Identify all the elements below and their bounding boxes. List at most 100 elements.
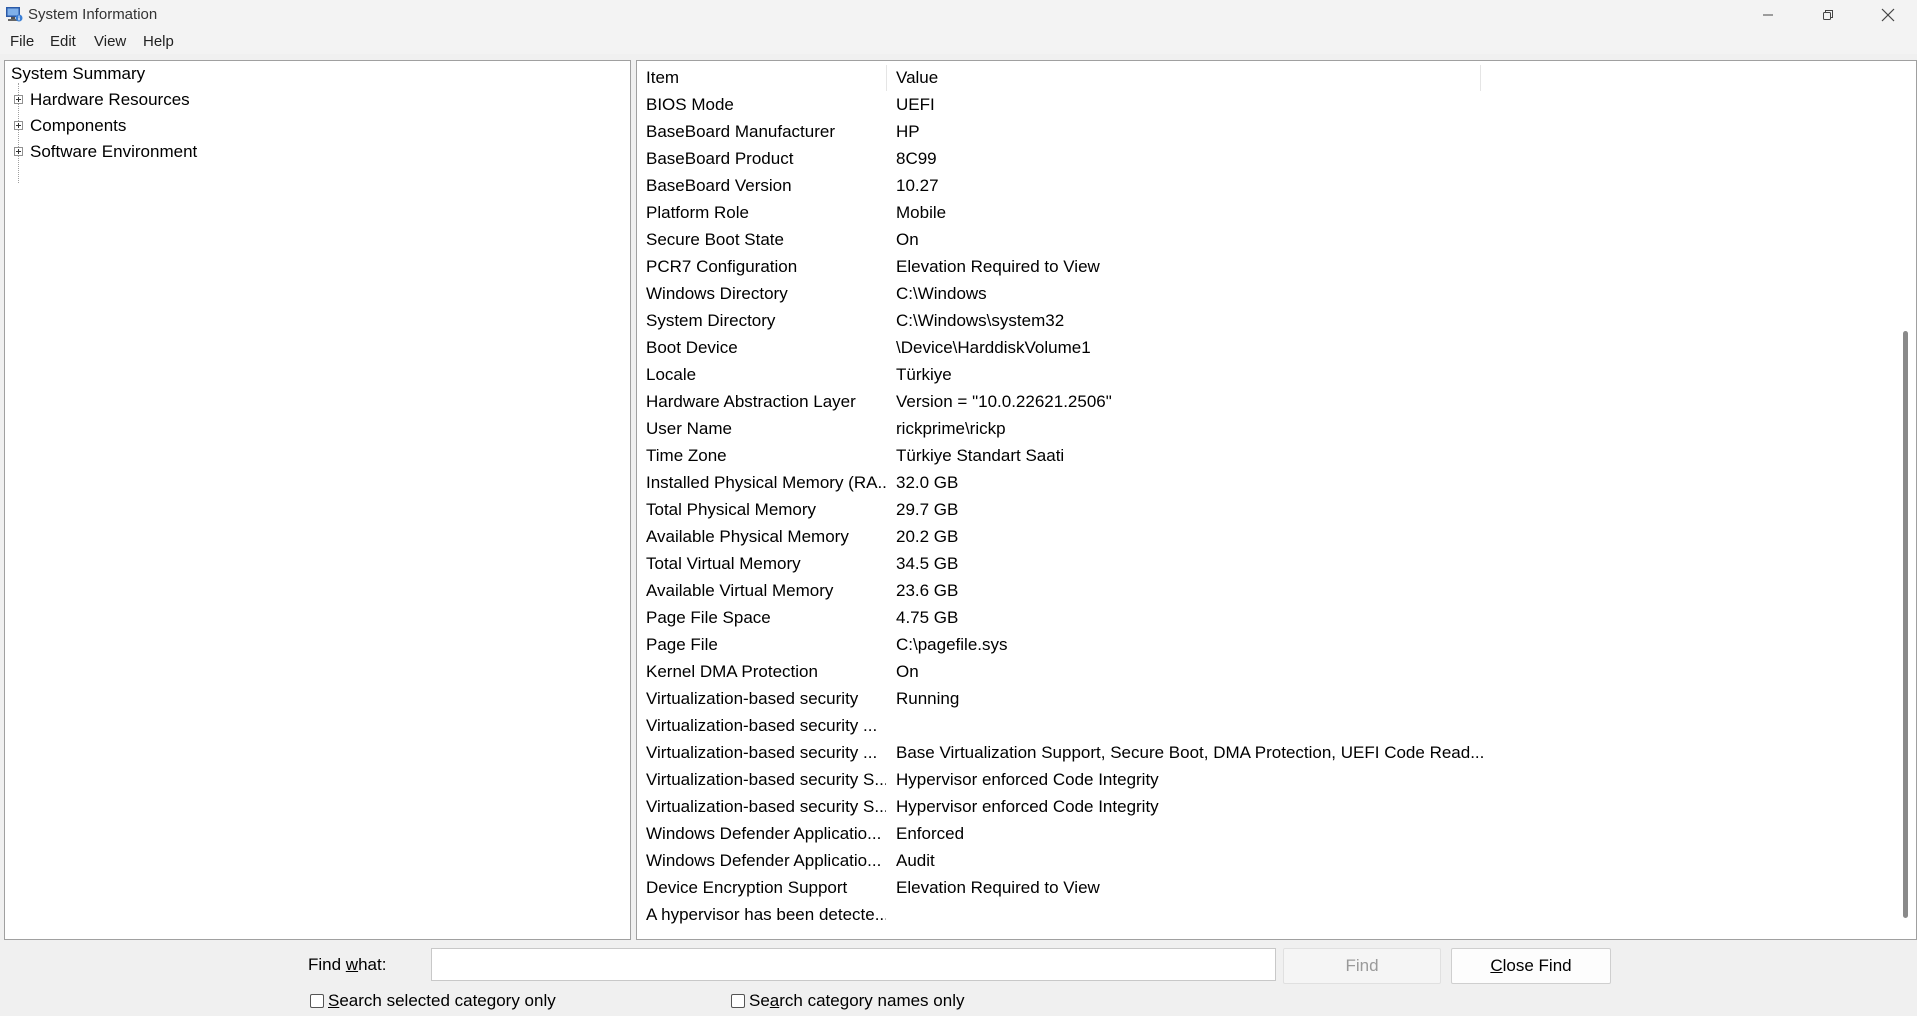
cell-item: Windows Defender Applicatio... [646, 824, 882, 843]
menu-file[interactable]: File [8, 32, 36, 51]
close-window-button[interactable] [1859, 0, 1917, 29]
tree-node-system-summary[interactable]: System Summary [11, 64, 145, 84]
cell-item: Boot Device [646, 338, 738, 357]
table-row[interactable]: Virtualization-based security Running [637, 685, 1877, 712]
table-row[interactable]: Page File C:\pagefile.sys [637, 631, 1877, 658]
column-header-item[interactable]: Item [637, 65, 887, 91]
menu-bar: File Edit View Help [0, 29, 1917, 54]
table-row[interactable]: A hypervisor has been detecte... [637, 901, 1877, 928]
close-find-button[interactable]: Close Find [1451, 948, 1611, 984]
table-row[interactable]: Secure Boot State On [637, 226, 1877, 253]
cell-value: HP [896, 122, 920, 141]
cell-value: Enforced [896, 824, 965, 843]
cell-item: Total Virtual Memory [646, 554, 801, 573]
cell-item: Platform Role [646, 203, 749, 222]
minimize-button[interactable] [1739, 0, 1797, 29]
table-row[interactable]: Virtualization-based security ... Base Vi… [637, 739, 1877, 766]
table-row[interactable]: Virtualization-based security S... Hyperv… [637, 793, 1877, 820]
table-row[interactable]: Boot Device \Device\HarddiskVolume1 [637, 334, 1877, 361]
cell-value: Elevation Required to View [896, 878, 1100, 897]
cell-item: Virtualization-based security ... [646, 716, 878, 735]
cell-value: C:\Windows [896, 284, 987, 303]
cell-item: System Directory [646, 311, 776, 330]
table-row[interactable]: BaseBoard Version 10.27 [637, 172, 1877, 199]
table-row[interactable]: Windows Defender Applicatio... Audit [637, 847, 1877, 874]
table-row[interactable]: Windows Defender Applicatio... Enforced [637, 820, 1877, 847]
cell-value: rickprime\rickp [896, 419, 1006, 438]
table-row[interactable]: Locale Türkiye [637, 361, 1877, 388]
table-row[interactable]: Virtualization-based security S... Hyperv… [637, 766, 1877, 793]
cell-item: BaseBoard Product [646, 149, 794, 168]
tree-node-components[interactable]: Components [30, 116, 126, 136]
table-row[interactable]: Page File Space 4.75 GB [637, 604, 1877, 631]
cell-value: Audit [896, 851, 935, 870]
cell-item: A hypervisor has been detecte... [646, 905, 886, 924]
cell-value: Hypervisor enforced Code Integrity [896, 797, 1159, 816]
cell-item: Page File Space [646, 608, 771, 627]
checkbox-label: Search category names only [749, 991, 965, 1010]
table-row[interactable]: Virtualization-based security ... [637, 712, 1877, 739]
find-button[interactable]: Find [1283, 948, 1441, 984]
table-row[interactable]: BaseBoard Manufacturer HP [637, 118, 1877, 145]
cell-value: Mobile [896, 203, 947, 222]
restore-button[interactable] [1799, 0, 1857, 29]
details-list[interactable]: Item Value BIOS Mode UEFI BaseBoard Manufa… [636, 60, 1917, 940]
expand-components-icon[interactable] [14, 121, 23, 130]
table-row[interactable]: Device Encryption Support Elevation Requi… [637, 874, 1877, 901]
cell-item: Virtualization-based security ... [646, 743, 878, 762]
cell-item: PCR7 Configuration [646, 257, 798, 276]
cell-item: Available Virtual Memory [646, 581, 834, 600]
menu-view[interactable]: View [92, 32, 128, 51]
table-row[interactable]: Platform Role Mobile [637, 199, 1877, 226]
cell-item: Hardware Abstraction Layer [646, 392, 856, 411]
cell-value: Running [896, 689, 960, 708]
cell-value: Türkiye [896, 365, 952, 384]
cell-value: Hypervisor enforced Code Integrity [896, 770, 1159, 789]
cell-value: 23.6 GB [896, 581, 959, 600]
column-header-value[interactable]: Value [887, 65, 1481, 91]
expand-software-environment-icon[interactable] [14, 147, 23, 156]
cell-item: Time Zone [646, 446, 727, 465]
cell-item: Installed Physical Memory (RA... [646, 473, 886, 492]
table-row[interactable]: Available Virtual Memory 23.6 GB [637, 577, 1877, 604]
table-row[interactable]: PCR7 Configuration Elevation Required to … [637, 253, 1877, 280]
cell-value: On [896, 230, 919, 249]
table-row[interactable]: Total Physical Memory 29.7 GB [637, 496, 1877, 523]
cell-item: Kernel DMA Protection [646, 662, 818, 681]
category-tree[interactable]: System Summary Hardware Resources Compon… [4, 60, 631, 940]
cell-item: User Name [646, 419, 732, 438]
cell-value: C:\pagefile.sys [896, 635, 1008, 654]
checkbox-label: Search selected category only [328, 991, 556, 1010]
cell-value: C:\Windows\system32 [896, 311, 1065, 330]
table-row[interactable]: Kernel DMA Protection On [637, 658, 1877, 685]
checkbox-box[interactable] [310, 994, 324, 1008]
window-title: System Information [28, 6, 158, 23]
close-icon [1881, 8, 1895, 21]
expand-hardware-resources-icon[interactable] [14, 95, 23, 104]
table-row[interactable]: Time Zone Türkiye Standart Saati [637, 442, 1877, 469]
search-selected-category-only-checkbox[interactable]: Search selected category only [310, 990, 556, 1012]
table-row[interactable]: BaseBoard Product 8C99 [637, 145, 1877, 172]
table-row[interactable]: System Directory C:\Windows\system32 [637, 307, 1877, 334]
table-row[interactable]: Available Physical Memory 20.2 GB [637, 523, 1877, 550]
table-row[interactable]: Hardware Abstraction Layer Version = "10.… [637, 388, 1877, 415]
cell-item: Virtualization-based security S... [646, 770, 886, 789]
table-row[interactable]: BIOS Mode UEFI [637, 91, 1877, 118]
search-category-names-only-checkbox[interactable]: Search category names only [731, 990, 964, 1012]
tree-node-hardware-resources[interactable]: Hardware Resources [30, 90, 190, 110]
table-row[interactable]: User Name rickprime\rickp [637, 415, 1877, 442]
table-row[interactable]: Windows Directory C:\Windows [637, 280, 1877, 307]
title-bar: System Information [0, 0, 1917, 29]
menu-help[interactable]: Help [141, 32, 176, 51]
menu-edit[interactable]: Edit [48, 32, 78, 51]
cell-item: BaseBoard Version [646, 176, 792, 195]
scrollbar-thumb[interactable] [1903, 331, 1908, 918]
find-what-input[interactable] [431, 948, 1276, 981]
table-row[interactable]: Installed Physical Memory (RA... 32.0 GB [637, 469, 1877, 496]
cell-value: 20.2 GB [896, 527, 959, 546]
table-row[interactable]: Total Virtual Memory 34.5 GB [637, 550, 1877, 577]
cell-item: Locale [646, 365, 697, 384]
tree-node-software-environment[interactable]: Software Environment [30, 142, 197, 162]
cell-value: UEFI [896, 95, 935, 114]
checkbox-box[interactable] [731, 994, 745, 1008]
